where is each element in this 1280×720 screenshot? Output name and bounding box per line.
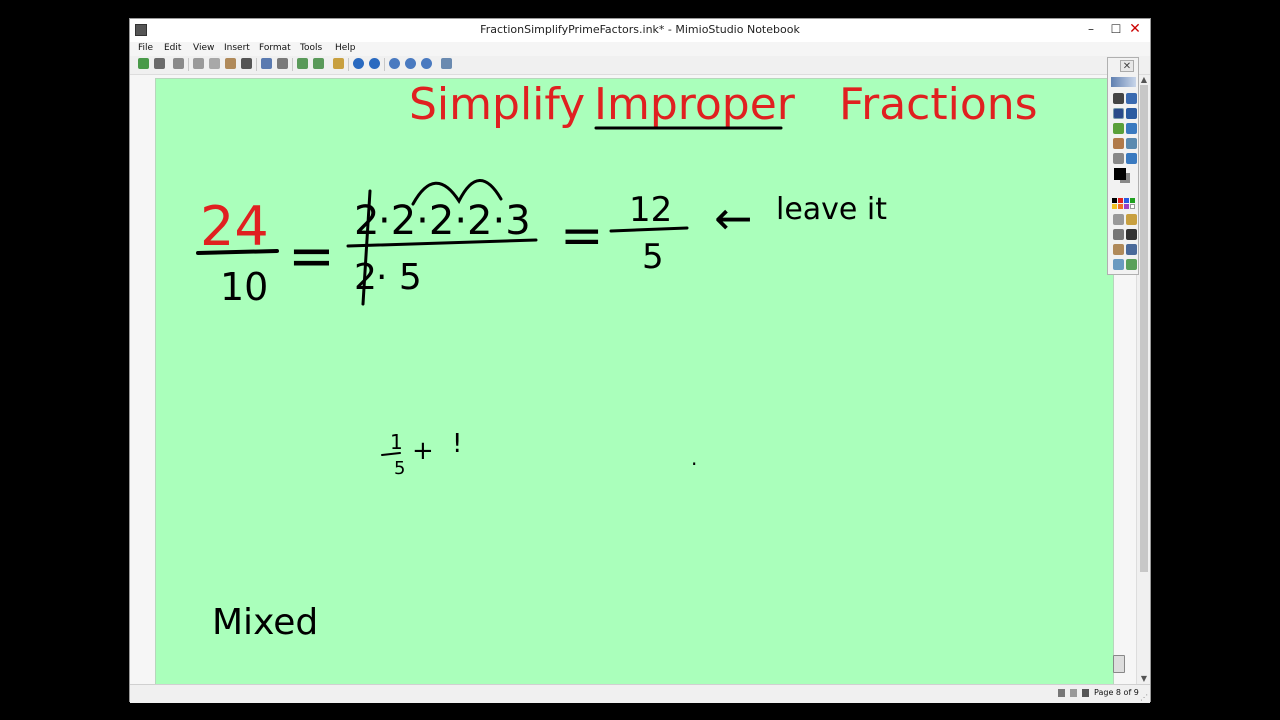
ink-layer: Simplify Improper Fractions 24 10 = 2 ·2… (196, 79, 1038, 643)
equals-sign-2: = (560, 206, 604, 266)
color-yellow[interactable] (1112, 204, 1117, 209)
menu-format[interactable]: Format (259, 43, 291, 53)
menu-bar: File Edit View Insert Format Tools Help (130, 42, 1150, 56)
fraction-numerator: 24 (200, 195, 269, 258)
record-status-icon[interactable] (1058, 689, 1065, 697)
title-word-improper: Improper (594, 79, 796, 130)
zoom-tool-icon[interactable] (1126, 93, 1137, 104)
undo-icon[interactable] (261, 58, 272, 69)
shape-tool-icon[interactable] (1126, 123, 1137, 134)
gallery-tool-icon[interactable] (1126, 259, 1137, 270)
print-icon[interactable] (173, 58, 184, 69)
scratch-bar (381, 452, 401, 456)
gallery-icon[interactable] (333, 58, 344, 69)
grid-tool-icon[interactable] (1113, 214, 1124, 225)
leave-it-note: leave it (776, 192, 887, 227)
result-numerator: 12 (629, 190, 672, 230)
screen-tool-icon[interactable] (1126, 244, 1137, 255)
scratch-bang: ! (452, 429, 462, 459)
forward-icon[interactable] (369, 58, 380, 69)
status-bar: Page 8 of 9 ⋰ (130, 684, 1150, 703)
resize-grip-icon[interactable]: ⋰ (1140, 693, 1148, 702)
minimize-button[interactable]: – (1078, 19, 1104, 40)
pen-tool-icon[interactable] (1113, 108, 1124, 119)
clear-tool-icon[interactable] (1126, 229, 1137, 240)
menu-tools[interactable]: Tools (300, 43, 322, 53)
scratch-denominator: 5 (394, 458, 405, 479)
palette-close-icon[interactable]: ✕ (1120, 60, 1134, 72)
fit-page-icon[interactable] (441, 58, 452, 69)
scratch-plus: + (412, 436, 434, 466)
reveal-tool-icon[interactable] (1113, 244, 1124, 255)
scroll-thumb[interactable] (1140, 85, 1148, 572)
delete-icon[interactable] (241, 58, 252, 69)
equals-sign-1: = (288, 224, 335, 289)
toolbar (130, 56, 1150, 75)
cut-icon[interactable] (193, 58, 204, 69)
result-fraction-bar (609, 226, 689, 233)
menu-insert[interactable]: Insert (224, 43, 250, 53)
title-bar: FractionSimplifyPrimeFactors.ink* - Mimi… (130, 19, 1150, 42)
color-green[interactable] (1130, 198, 1135, 203)
scroll-down-icon[interactable]: ▼ (1137, 674, 1151, 684)
page-indicator: Page 8 of 9 (1094, 688, 1139, 697)
paste-icon[interactable] (225, 58, 236, 69)
color-black[interactable] (1112, 198, 1117, 203)
result-denominator: 5 (642, 237, 664, 277)
tools-palette: ✕ (1107, 57, 1139, 275)
menu-file[interactable]: File (138, 43, 153, 53)
title-word-fractions: Fractions (839, 79, 1038, 130)
mixed-label: Mixed (212, 602, 318, 643)
record-tool-icon[interactable] (1113, 229, 1124, 240)
fill-tool-icon[interactable] (1113, 153, 1124, 164)
add-page-icon[interactable] (297, 58, 308, 69)
palette-preview (1111, 77, 1136, 87)
copy-icon[interactable] (209, 58, 220, 69)
color-white[interactable] (1130, 204, 1135, 209)
prime-denominator-rest: · 5 (376, 257, 422, 298)
close-button[interactable]: ✕ (1120, 19, 1150, 40)
canvas-area: Simplify Improper Fractions 24 10 = 2 ·2… (130, 75, 1136, 684)
eraser-tool-icon[interactable] (1113, 138, 1124, 149)
menu-edit[interactable]: Edit (164, 43, 181, 53)
color-red[interactable] (1118, 198, 1123, 203)
text-tool-icon[interactable] (1126, 108, 1137, 119)
stray-dot: · (691, 452, 697, 476)
duplicate-page-icon[interactable] (313, 58, 324, 69)
page-status-icon[interactable] (1082, 689, 1089, 697)
trash-icon[interactable] (1113, 655, 1125, 673)
color-blue[interactable] (1124, 198, 1129, 203)
title-word-simplify: Simplify (409, 79, 585, 130)
line-tool-icon[interactable] (1126, 138, 1137, 149)
primary-color-swatch[interactable] (1114, 168, 1126, 180)
redo-icon[interactable] (277, 58, 288, 69)
new-icon[interactable] (138, 58, 149, 69)
image-tool-icon[interactable] (1126, 214, 1137, 225)
window-title: FractionSimplifyPrimeFactors.ink* - Mimi… (480, 23, 800, 36)
color-orange[interactable] (1118, 204, 1123, 209)
scratch-numerator: 1 (390, 430, 403, 454)
back-icon[interactable] (353, 58, 364, 69)
save-icon[interactable] (154, 58, 165, 69)
capture-tool-icon[interactable] (1113, 259, 1124, 270)
color-purple[interactable] (1124, 204, 1129, 209)
select-tool-icon[interactable] (1113, 93, 1124, 104)
menu-help[interactable]: Help (335, 43, 356, 53)
scroll-up-icon[interactable]: ▲ (1137, 75, 1151, 85)
notebook-page[interactable]: Simplify Improper Fractions 24 10 = 2 ·2… (156, 79, 1113, 684)
zoom-in-icon[interactable] (405, 58, 416, 69)
pen-status-icon[interactable] (1070, 689, 1077, 697)
zoom-icon[interactable] (389, 58, 400, 69)
fraction-bar (196, 249, 279, 255)
menu-view[interactable]: View (193, 43, 214, 53)
spotlight-tool-icon[interactable] (1126, 153, 1137, 164)
app-window: FractionSimplifyPrimeFactors.ink* - Mimi… (129, 18, 1151, 703)
highlighter-tool-icon[interactable] (1113, 123, 1124, 134)
zoom-out-icon[interactable] (421, 58, 432, 69)
arrow-glyph: ← (714, 191, 753, 245)
prime-numerator-rest: ·2·2·2·3 (378, 198, 531, 244)
fraction-denominator: 10 (220, 265, 268, 309)
